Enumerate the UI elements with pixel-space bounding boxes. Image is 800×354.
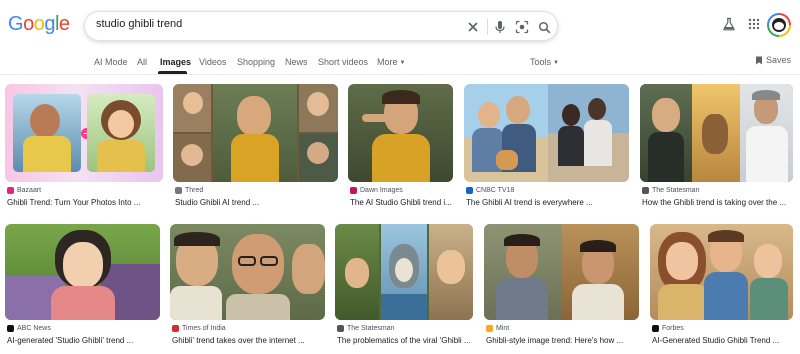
tab-more[interactable]: More ▼ [377,57,405,67]
saves-label: Saves [766,55,792,65]
site-favicon [350,187,357,194]
camera-lens-icon[interactable] [513,18,531,36]
result-title[interactable]: How the Ghibli trend is taking over the … [642,198,793,207]
labs-flask-icon[interactable] [720,15,738,33]
result-thumbnail [173,84,338,182]
site-favicon [337,325,344,332]
saves-button[interactable]: Saves [755,55,791,65]
chevron-down-icon: ▼ [399,59,406,66]
result-source: Thred [185,187,204,194]
site-favicon [7,325,14,332]
result-title[interactable]: Ghibli Trend: Turn Your Photos Into ... [7,198,163,207]
result-thumbnail [650,224,793,320]
result-title[interactable]: AI-Generated Studio Ghibli Trend ... [652,336,793,345]
tabs-divider [0,74,800,75]
image-result[interactable]: The Statesman The problematics of the vi… [335,224,473,349]
image-result[interactable]: Forbes AI-Generated Studio Ghibli Trend … [650,224,793,349]
search-divider [487,19,488,35]
image-result[interactable]: Dawn Images The AI Studio Ghibli trend i… [348,84,453,209]
result-thumbnail [170,224,325,320]
site-favicon [175,187,182,194]
result-thumbnail [640,84,793,182]
image-result[interactable]: Mint Ghibli-style image trend: Here's ho… [484,224,639,349]
image-result[interactable]: CNBC TV18 The Ghibli AI trend is everywh… [464,84,629,209]
bookmark-icon [756,56,762,64]
image-result[interactable]: The Statesman How the Ghibli trend is ta… [640,84,793,209]
tab-news[interactable]: News [285,57,308,67]
search-header: Google [0,0,800,52]
result-thumbnail [464,84,629,182]
apps-grid-icon[interactable] [745,15,763,33]
tab-images[interactable]: Images [160,57,191,67]
image-result[interactable]: Times of India Ghibli' trend takes over … [170,224,325,349]
result-source: The Statesman [652,187,700,194]
chevron-down-icon: ▼ [553,59,559,66]
result-title[interactable]: AI-generated 'Studio Ghibli' trend ... [7,336,160,345]
tab-all[interactable]: All [137,57,147,67]
result-thumbnail [484,224,639,320]
result-thumbnail [348,84,453,182]
result-title[interactable]: The problematics of the viral 'Ghibli ..… [337,336,473,345]
tab-more-label: More [377,57,398,67]
site-favicon [486,325,493,332]
image-result[interactable]: ABC News AI-generated 'Studio Ghibli' tr… [5,224,160,349]
search-tabs: AI Mode All Images Videos Shopping News … [0,52,800,74]
tools-button[interactable]: Tools ▼ [530,57,559,67]
search-input[interactable] [96,18,456,30]
clear-icon[interactable] [464,18,482,36]
result-title[interactable]: The Ghibli AI trend is everywhere ... [466,198,629,207]
site-favicon [466,187,473,194]
result-source: The Statesman [347,325,395,332]
avatar[interactable] [767,13,791,37]
result-title[interactable]: Ghibli' trend takes over the internet ..… [172,336,325,345]
result-source: CNBC TV18 [476,187,515,194]
result-thumbnail [335,224,473,320]
search-box[interactable] [84,11,558,41]
image-result[interactable]: ➜ Bazaart Ghibli Trend: Turn Your Photos… [5,84,163,209]
search-icon[interactable] [535,18,553,36]
result-source: Mint [496,325,510,332]
image-result[interactable]: Thred Studio Ghibli AI trend ... [173,84,338,209]
result-source: Times of India [182,325,226,332]
tab-ai-mode[interactable]: AI Mode [94,57,128,67]
result-source: Dawn Images [360,187,403,194]
tab-videos[interactable]: Videos [199,57,226,67]
avatar-image [769,15,789,35]
result-source: Forbes [662,325,684,332]
result-title[interactable]: Ghibli-style image trend: Here's how ... [486,336,639,345]
tools-label: Tools [530,57,552,67]
result-title[interactable]: Studio Ghibli AI trend ... [175,198,338,207]
site-favicon [642,187,649,194]
result-thumbnail: ➜ [5,84,163,182]
google-logo[interactable]: Google [8,13,70,36]
tab-shopping[interactable]: Shopping [237,57,275,67]
microphone-icon[interactable] [491,18,509,36]
site-favicon [652,325,659,332]
tab-short-videos[interactable]: Short videos [318,57,368,67]
result-thumbnail [5,224,160,320]
site-favicon [172,325,179,332]
result-source: Bazaart [17,187,42,194]
result-source: ABC News [17,325,51,332]
site-favicon [7,187,14,194]
result-title[interactable]: The AI Studio Ghibli trend i... [350,198,453,207]
